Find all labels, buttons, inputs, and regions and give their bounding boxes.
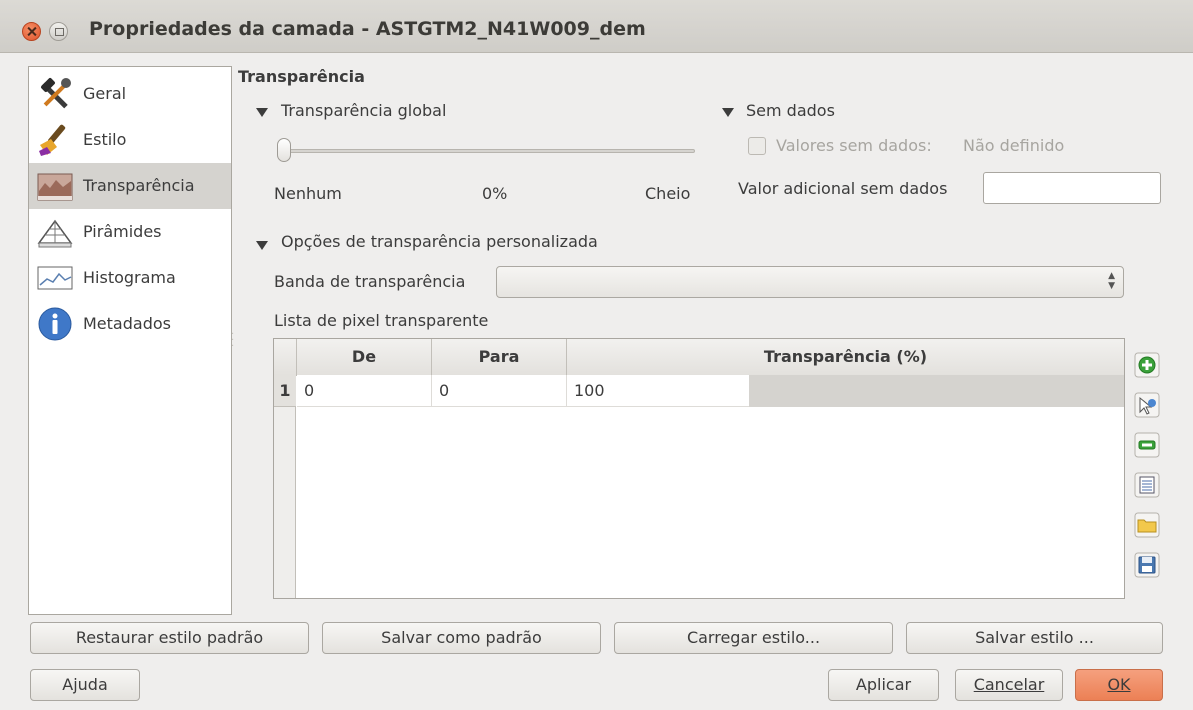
slider-min-label: Nenhum — [274, 184, 342, 203]
row-header-column — [274, 375, 296, 598]
sidebar-item-transparencia[interactable]: Transparência — [29, 163, 231, 209]
row-number[interactable]: 1 — [274, 375, 296, 407]
apply-button[interactable]: Aplicar — [828, 669, 939, 701]
close-window-button[interactable] — [22, 22, 41, 41]
nodata-checkbox[interactable] — [748, 137, 766, 155]
maximize-window-button[interactable] — [49, 22, 68, 41]
ok-button[interactable]: OK — [1075, 669, 1163, 701]
save-style-button[interactable]: Salvar estilo ... — [906, 622, 1163, 654]
panel-splitter[interactable]: · · · — [231, 330, 234, 352]
add-value-icon[interactable] — [1134, 352, 1160, 378]
cancel-button[interactable]: Cancelar — [955, 669, 1063, 701]
transparent-pixel-table: De Para Transparência (%) 1 0 0 100 — [273, 338, 1125, 599]
additional-nodata-label: Valor adicional sem dados — [738, 179, 948, 198]
sidebar-item-label: Pirâmides — [83, 222, 162, 241]
remove-value-icon[interactable] — [1134, 432, 1160, 458]
collapse-triangle-icon[interactable] — [256, 108, 268, 117]
section-title: Transparência — [238, 67, 365, 86]
default-values-icon[interactable] — [1134, 472, 1160, 498]
collapse-triangle-icon[interactable] — [256, 241, 268, 250]
sidebar-item-label: Histograma — [83, 268, 176, 287]
additional-nodata-input[interactable] — [983, 172, 1161, 204]
row-empty-area — [749, 375, 1124, 407]
histogram-icon — [37, 266, 73, 290]
sidebar-item-metadados[interactable]: Metadados — [29, 301, 231, 347]
pyramids-icon — [37, 219, 73, 248]
export-save-icon[interactable] — [1134, 552, 1160, 578]
window-title: Propriedades da camada - ASTGTM2_N41W009… — [89, 18, 646, 40]
global-transparency-header[interactable]: Transparência global — [281, 101, 446, 120]
transparency-band-select[interactable]: ▲ ▼ — [496, 266, 1124, 298]
save-as-default-button[interactable]: Salvar como padrão — [322, 622, 601, 654]
sidebar-item-estilo[interactable]: Estilo — [29, 117, 231, 163]
nodata-checkbox-label: Valores sem dados: — [776, 136, 932, 155]
cell-de[interactable]: 0 — [297, 375, 432, 407]
nodata-checkbox-value: Não definido — [963, 136, 1065, 155]
global-transparency-slider-track[interactable] — [285, 149, 695, 153]
corner-cell[interactable] — [274, 339, 297, 375]
raster-transparency-icon — [37, 173, 73, 201]
collapse-triangle-icon[interactable] — [722, 108, 734, 117]
column-header-para[interactable]: Para — [432, 339, 567, 375]
paint-brush-icon — [39, 124, 66, 156]
table-header: De Para Transparência (%) — [274, 339, 1124, 376]
sidebar-item-geral[interactable]: Geral — [29, 71, 231, 117]
sidebar-list: Geral Estilo Transparência Pirâmides His… — [28, 66, 232, 615]
sidebar-item-label: Geral — [83, 84, 127, 103]
sidebar-item-histograma[interactable]: Histograma — [29, 255, 231, 301]
custom-transparency-header[interactable]: Opções de transparência personalizada — [281, 232, 598, 251]
load-style-button[interactable]: Carregar estilo... — [614, 622, 893, 654]
cell-para[interactable]: 0 — [432, 375, 567, 407]
spin-arrows-icon: ▲ ▼ — [1108, 271, 1115, 291]
restore-default-style-button[interactable]: Restaurar estilo padrão — [30, 622, 309, 654]
sidebar-item-piramides[interactable]: Pirâmides — [29, 209, 231, 255]
column-header-de[interactable]: De — [297, 339, 432, 375]
slider-max-label: Cheio — [645, 184, 691, 203]
transparency-band-label: Banda de transparência — [274, 272, 466, 291]
pixel-list-label: Lista de pixel transparente — [274, 311, 489, 330]
title-bar: Propriedades da camada - ASTGTM2_N41W009… — [0, 0, 1193, 53]
hammer-wrench-icon — [41, 78, 71, 109]
add-from-display-icon[interactable] — [1134, 392, 1160, 418]
info-icon — [38, 307, 72, 341]
column-header-transparencia[interactable]: Transparência (%) — [567, 339, 1124, 375]
nodata-header[interactable]: Sem dados — [746, 101, 835, 120]
cell-transparencia[interactable]: 100 — [567, 375, 749, 407]
sidebar-item-label: Metadados — [83, 314, 171, 333]
global-transparency-slider-handle[interactable] — [277, 138, 291, 162]
slider-value-label: 0% — [482, 184, 508, 203]
help-button[interactable]: Ajuda — [30, 669, 140, 701]
sidebar-item-label: Estilo — [83, 130, 127, 149]
import-file-icon[interactable] — [1134, 512, 1160, 538]
sidebar-item-label: Transparência — [83, 176, 195, 195]
